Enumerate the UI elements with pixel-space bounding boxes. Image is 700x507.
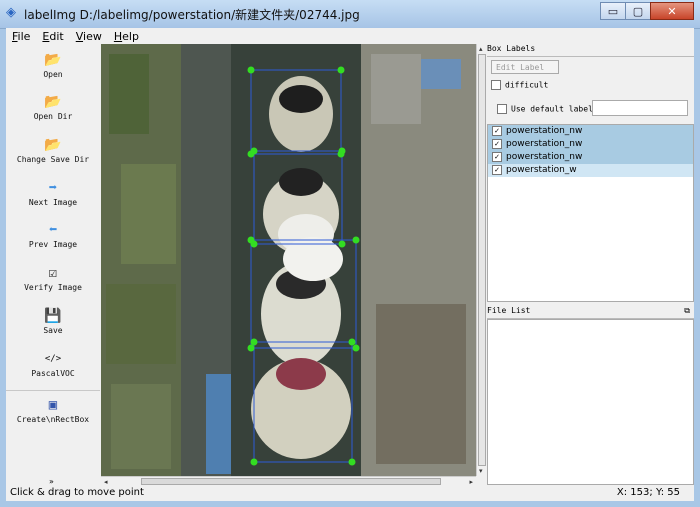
float-dock-icon[interactable]: ⧉ [684, 306, 690, 316]
create-rectbox-button[interactable]: ▣ Create\nRectBox [6, 390, 100, 424]
vertical-scroll-thumb[interactable] [478, 54, 486, 466]
right-dock: Box Labels Edit Label difficult Use defa… [487, 44, 694, 485]
difficult-checkbox[interactable]: difficult [491, 80, 548, 90]
box-labels-title-text: Box Labels [487, 44, 536, 53]
label-list: ✓ powerstation_nw ✓ powerstation_nw ✓ power… [487, 124, 694, 302]
file-list[interactable] [487, 319, 694, 485]
save-button[interactable]: 💾 Save [6, 308, 100, 335]
create-rectbox-label: Create\nRectBox [16, 415, 90, 424]
save-label: Save [43, 326, 63, 335]
open-dir-button[interactable]: 📂 Open Dir [6, 94, 100, 121]
verify-image-label: Verify Image [24, 283, 82, 292]
arrow-right-icon: ➡ [48, 180, 58, 196]
open-label: Open [43, 70, 63, 79]
checked-icon[interactable]: ✓ [492, 138, 502, 149]
label-text: powerstation_nw [506, 139, 583, 149]
file-list-title: File List ⧉ [487, 306, 694, 319]
horizontal-scroll-thumb[interactable] [141, 478, 441, 485]
checked-icon[interactable]: ✓ [492, 164, 502, 175]
open-dir-label: Open Dir [33, 112, 73, 121]
file-list-title-text: File List [487, 306, 531, 315]
use-default-label-checkbox[interactable]: Use default label [497, 104, 593, 114]
arrow-left-icon: ⬅ [48, 222, 58, 238]
image-canvas[interactable] [101, 44, 476, 476]
vertical-scrollbar[interactable]: ▴ ▾ [476, 44, 487, 476]
status-message: Click & drag to move point [10, 487, 144, 498]
scroll-down-icon[interactable]: ▾ [479, 467, 483, 475]
cursor-coordinates: X: 153; Y: 55 [616, 487, 680, 498]
floppy-icon: 💾 [44, 308, 62, 324]
pascalvoc-label: PascalVOC [31, 369, 75, 378]
checkbox-icon [497, 104, 507, 114]
status-bar: Click & drag to move point X: 153; Y: 55 [6, 485, 694, 501]
rectbox-icon: ▣ [48, 397, 58, 413]
checked-icon[interactable]: ✓ [492, 151, 502, 162]
verify-image-button[interactable]: ☑ Verify Image [6, 265, 100, 292]
folder-icon: 📂 [44, 52, 62, 68]
open-button[interactable]: 📂 Open [6, 52, 100, 79]
menu-help[interactable]: Help [114, 30, 139, 43]
difficult-label: difficult [505, 80, 549, 90]
checkbox-icon: ☑ [48, 265, 58, 281]
next-image-label: Next Image [28, 198, 78, 207]
title-bar: ◈ labelImg D:/labelimg/powerstation/新建文件… [0, 0, 700, 29]
change-save-dir-label: Change Save Dir [16, 155, 90, 164]
menu-edit[interactable]: Edit [42, 30, 63, 43]
prev-image-button[interactable]: ⬅ Prev Image [6, 222, 100, 249]
default-label-input[interactable] [592, 100, 688, 116]
window-title: labelImg D:/labelimg/powerstation/新建文件夹/… [24, 8, 360, 22]
main-area: 📂 Open 📂 Open Dir 📂 Change Save Dir ➡ Ne… [6, 44, 694, 486]
menu-bar: File Edit View Help [6, 28, 694, 44]
edit-label-text: Edit Label [496, 63, 545, 72]
checkbox-icon [491, 80, 501, 90]
label-text: powerstation_w [506, 165, 577, 175]
change-save-dir-button[interactable]: 📂 Change Save Dir [6, 137, 100, 164]
list-item[interactable]: ✓ powerstation_nw [488, 138, 693, 151]
menu-file[interactable]: File [12, 30, 30, 43]
code-icon: </> [44, 354, 62, 364]
use-default-label-text: Use default label [511, 104, 593, 114]
next-image-button[interactable]: ➡ Next Image [6, 180, 100, 207]
aerial-image [101, 44, 476, 476]
maximize-button[interactable]: ▢ [625, 2, 651, 20]
tag-icon: ◈ [6, 5, 16, 20]
pascalvoc-button[interactable]: </> PascalVOC [6, 351, 100, 378]
scroll-up-icon[interactable]: ▴ [479, 45, 483, 53]
folder-icon: 📂 [44, 94, 62, 110]
list-item[interactable]: ✓ powerstation_w [488, 164, 693, 177]
list-item[interactable]: ✓ powerstation_nw [488, 125, 693, 138]
list-item[interactable]: ✓ powerstation_nw [488, 151, 693, 164]
minimize-button[interactable]: ▭ [600, 2, 626, 20]
close-button[interactable]: ✕ [650, 2, 694, 20]
folder-icon: 📂 [44, 137, 62, 153]
menu-view[interactable]: View [76, 30, 102, 43]
toolbar: 📂 Open 📂 Open Dir 📂 Change Save Dir ➡ Ne… [6, 44, 100, 486]
box-labels-title: Box Labels [487, 44, 694, 57]
edit-label-button[interactable]: Edit Label [491, 60, 559, 74]
checked-icon[interactable]: ✓ [492, 125, 502, 136]
prev-image-label: Prev Image [28, 240, 78, 249]
label-text: powerstation_nw [506, 152, 583, 162]
label-text: powerstation_nw [506, 126, 583, 136]
